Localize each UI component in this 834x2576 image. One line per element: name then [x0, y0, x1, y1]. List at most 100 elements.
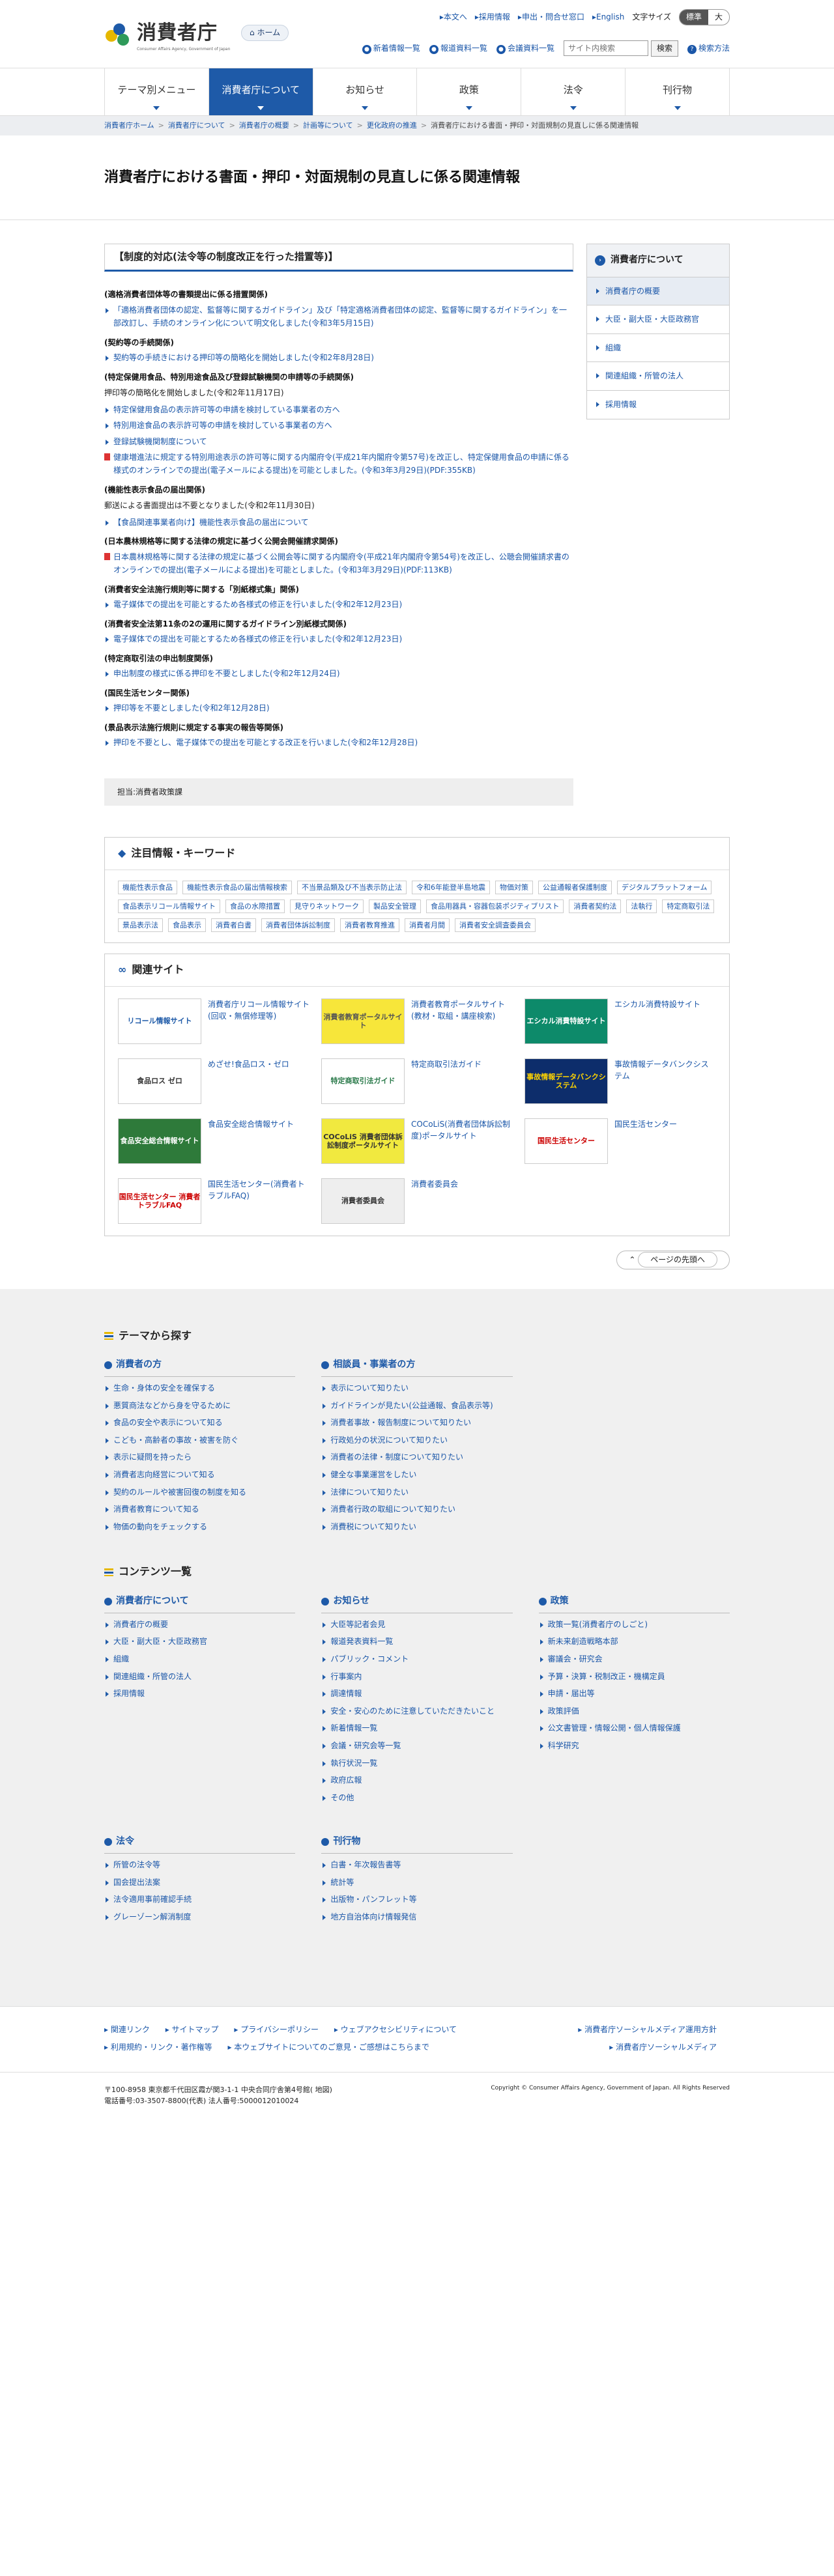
- site-banner[interactable]: 国民生活センター 消費者トラブルFAQ: [118, 1178, 201, 1224]
- related-site-item[interactable]: 消費者委員会 消費者委員会: [321, 1178, 513, 1224]
- site-banner[interactable]: リコール情報サイト: [118, 998, 201, 1044]
- footer-link-sns[interactable]: ▸ 消費者庁ソーシャルメディア: [609, 2041, 717, 2054]
- column-link[interactable]: グレーゾーン解消制度: [104, 1911, 295, 1923]
- column-link[interactable]: 消費者志向経営について知る: [104, 1469, 295, 1481]
- link-press-list[interactable]: ● 報道資料一覧: [429, 42, 487, 55]
- breadcrumb-plans[interactable]: 計画等について: [303, 120, 353, 131]
- site-banner[interactable]: 事故情報データバンクシステム: [525, 1058, 608, 1104]
- column-link[interactable]: 予算・決算・税制改正・機構定員: [539, 1671, 730, 1683]
- column-link[interactable]: 健全な事業運営をしたい: [321, 1469, 512, 1481]
- column-link[interactable]: 契約のルールや被害回復の制度を知る: [104, 1486, 295, 1499]
- link-skip[interactable]: ▸本文へ: [440, 11, 467, 23]
- column-link[interactable]: 地方自治体向け情報発信: [321, 1911, 512, 1923]
- keyword-tag[interactable]: 消費者契約法: [569, 899, 622, 914]
- column-link[interactable]: 消費者の法律・制度について知りたい: [321, 1451, 512, 1464]
- related-site-item[interactable]: 食品ロス ゼロ めざせ!食品ロス・ゼロ: [118, 1058, 309, 1104]
- column-link[interactable]: パブリック・コメント: [321, 1653, 512, 1665]
- footer-link-feedback[interactable]: ▸ 本ウェブサイトについてのご意見・ご感想はこちらまで: [227, 2043, 429, 2052]
- link-contact[interactable]: ▸申出・問合せ窓口: [518, 11, 584, 23]
- site-banner[interactable]: 食品安全総合情報サイト: [118, 1118, 201, 1164]
- keyword-tag[interactable]: 消費者白書: [211, 918, 256, 933]
- font-large-button[interactable]: 大: [708, 10, 729, 25]
- sidebar-item-overview[interactable]: 消費者庁の概要: [587, 277, 729, 306]
- related-site-item[interactable]: COCoLiS 消費者団体訴訟制度ポータルサイト COCoLiS(消費者団体訴訟制…: [321, 1118, 513, 1164]
- column-link[interactable]: その他: [321, 1792, 512, 1804]
- keyword-tag[interactable]: 食品用器具・容器包装ポジティブリスト: [426, 899, 564, 914]
- footer-link-terms[interactable]: ▸ 利用規約・リンク・著作権等: [104, 2043, 212, 2052]
- site-banner[interactable]: 消費者委員会: [321, 1178, 405, 1224]
- gnav-about[interactable]: 消費者庁について: [208, 68, 313, 115]
- column-link[interactable]: 関連組織・所管の法人: [104, 1671, 295, 1683]
- column-link[interactable]: 物価の動向をチェックする: [104, 1521, 295, 1533]
- site-link[interactable]: 消費者教育ポータルサイト(教材・取組・講座検索): [411, 998, 513, 1044]
- related-site-item[interactable]: 消費者教育ポータルサイト 消費者教育ポータルサイト(教材・取組・講座検索): [321, 998, 513, 1044]
- column-link[interactable]: 会議・研究会等一覧: [321, 1740, 512, 1752]
- keyword-tag[interactable]: デジタルプラットフォーム: [617, 881, 712, 895]
- sidebar-item-organization[interactable]: 組織: [587, 334, 729, 363]
- column-link[interactable]: 消費者庁の概要: [104, 1619, 295, 1631]
- column-link[interactable]: 法令適用事前確認手続: [104, 1893, 295, 1906]
- section-link[interactable]: 申出制度の様式に係る押印を不要としました(令和2年12月24日): [104, 667, 573, 680]
- site-banner[interactable]: 国民生活センター: [525, 1118, 608, 1164]
- link-recruit[interactable]: ▸採用情報: [475, 11, 510, 23]
- column-link[interactable]: 科学研究: [539, 1740, 730, 1752]
- keyword-tag[interactable]: 機能性表示食品: [118, 881, 177, 895]
- gnav-law[interactable]: 法令: [521, 68, 625, 115]
- section-link[interactable]: 特別用途食品の表示許可等の申請を検討している事業者の方へ: [104, 419, 573, 432]
- breadcrumb-digital[interactable]: 更化政府の推進: [367, 120, 417, 131]
- font-standard-button[interactable]: 標準: [679, 10, 708, 25]
- column-link[interactable]: 法律について知りたい: [321, 1486, 512, 1499]
- keyword-tag[interactable]: 消費者教育推進: [340, 918, 399, 933]
- sidebar-item-related-org[interactable]: 関連組織・所管の法人: [587, 362, 729, 391]
- site-link[interactable]: エシカル消費特設サイト: [614, 998, 700, 1044]
- section-link[interactable]: 押印等を不要としました(令和2年12月28日): [104, 701, 573, 715]
- keyword-tag[interactable]: 特定商取引法: [662, 899, 715, 914]
- column-link[interactable]: 採用情報: [104, 1688, 295, 1700]
- keyword-tag[interactable]: 機能性表示食品の届出情報検索: [182, 881, 292, 895]
- column-link[interactable]: 食品の安全や表示について知る: [104, 1417, 295, 1429]
- column-link[interactable]: 執行状況一覧: [321, 1757, 512, 1770]
- section-link[interactable]: 【食品関連事業者向け】機能性表示食品の届出について: [104, 516, 573, 529]
- site-banner[interactable]: エシカル消費特設サイト: [525, 998, 608, 1044]
- column-link[interactable]: 調達情報: [321, 1688, 512, 1700]
- related-site-item[interactable]: 事故情報データバンクシステム 事故情報データバンクシステム: [525, 1058, 716, 1104]
- link-search-help[interactable]: ? 検索方法: [687, 42, 730, 55]
- keyword-tag[interactable]: 消費者安全調査委員会: [455, 918, 536, 933]
- keyword-tag[interactable]: 法執行: [626, 899, 657, 914]
- related-site-item[interactable]: 国民生活センター 消費者トラブルFAQ 国民生活センター(消費者トラブルFAQ): [118, 1178, 309, 1224]
- column-link[interactable]: 生命・身体の安全を確保する: [104, 1382, 295, 1394]
- column-link[interactable]: 新未来創造戦略本部: [539, 1635, 730, 1648]
- column-link[interactable]: 審議会・研究会: [539, 1653, 730, 1665]
- pdf-link[interactable]: 健康増進法に規定する特別用途表示の許可等に関する内閣府令(平成21年内閣府令第5…: [104, 451, 573, 477]
- section-link[interactable]: 「適格消費者団体の認定、監督等に関するガイドライン」及び「特定適格消費者団体の認…: [104, 304, 573, 330]
- keyword-tag[interactable]: 見守りネットワーク: [290, 899, 364, 914]
- column-link[interactable]: 報道発表資料一覧: [321, 1635, 512, 1648]
- column-link[interactable]: 新着情報一覧: [321, 1722, 512, 1734]
- column-link[interactable]: 政策評価: [539, 1705, 730, 1718]
- column-link[interactable]: 政府広報: [321, 1774, 512, 1787]
- column-link[interactable]: 表示に疑問を持ったら: [104, 1451, 295, 1464]
- section-link[interactable]: 電子媒体での提出を可能とするため各様式の修正を行いました(令和2年12月23日): [104, 632, 573, 645]
- site-link[interactable]: めざせ!食品ロス・ゼロ: [208, 1058, 289, 1104]
- site-logo[interactable]: 消費者庁 Consumer Affairs Agency, Government…: [104, 18, 230, 52]
- section-link[interactable]: 特定保健用食品の表示許可等の申請を検討している事業者の方へ: [104, 403, 573, 416]
- column-link[interactable]: こども・高齢者の事故・被害を防ぐ: [104, 1434, 295, 1447]
- footer-link-sns-policy[interactable]: ▸ 消費者庁ソーシャルメディア運用方針: [578, 2024, 717, 2036]
- section-link[interactable]: 押印を不要とし、電子媒体での提出を可能とする改正を行いました(令和2年12月28…: [104, 736, 573, 749]
- column-link[interactable]: 公文書管理・情報公開・個人情報保護: [539, 1722, 730, 1734]
- keyword-tag[interactable]: 食品表示リコール情報サイト: [118, 899, 220, 914]
- link-news-list[interactable]: ● 新着情報一覧: [362, 42, 420, 55]
- site-link[interactable]: 消費者委員会: [411, 1178, 458, 1224]
- keyword-tag[interactable]: 景品表示法: [118, 918, 163, 933]
- gnav-news[interactable]: お知らせ: [312, 68, 417, 115]
- site-banner[interactable]: 食品ロス ゼロ: [118, 1058, 201, 1104]
- site-link[interactable]: COCoLiS(消費者団体訴訟制度)ポータルサイト: [411, 1118, 513, 1164]
- column-link[interactable]: 悪質商法などから身を守るために: [104, 1400, 295, 1412]
- gnav-theme-menu[interactable]: テーマ別メニュー: [104, 68, 208, 115]
- column-link[interactable]: 消費者教育について知る: [104, 1503, 295, 1516]
- section-link[interactable]: 契約等の手続きにおける押印等の簡略化を開始しました(令和2年8月28日): [104, 351, 573, 364]
- keyword-tag[interactable]: 物価対策: [495, 881, 533, 895]
- pdf-link[interactable]: 日本農林規格等に関する法律の規定に基づく公開会等に関する内閣府令(平成21年内閣…: [104, 550, 573, 577]
- sidebar-item-ministers[interactable]: 大臣・副大臣・大臣政務官: [587, 305, 729, 334]
- column-link[interactable]: 行事案内: [321, 1671, 512, 1683]
